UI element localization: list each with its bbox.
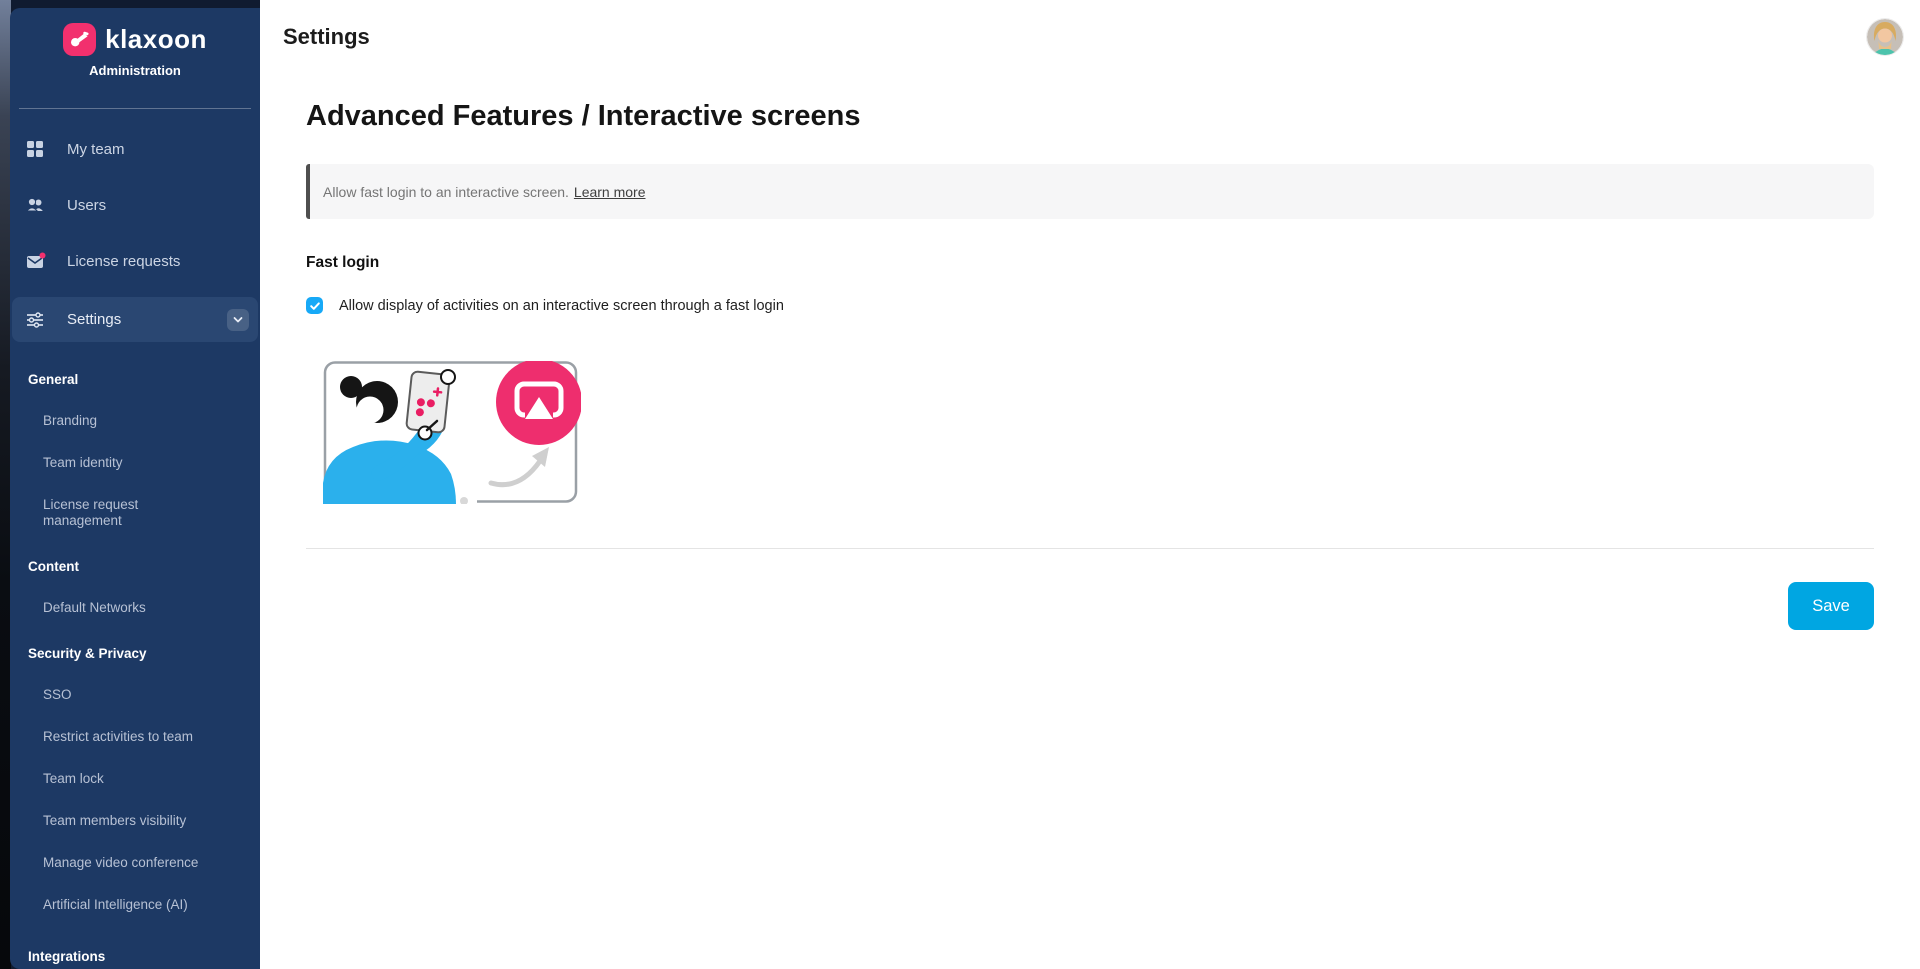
page-header-title: Settings	[283, 24, 370, 50]
section-title-integrations: Integrations	[28, 949, 260, 964]
topbar: Settings	[260, 0, 1920, 74]
check-icon	[309, 300, 321, 312]
sidebar-item-my-team[interactable]: My team	[12, 129, 258, 169]
save-button[interactable]: Save	[1788, 582, 1874, 630]
sidebar-item-restrict-activities[interactable]: Restrict activities to team	[43, 729, 260, 745]
sidebar-item-team-members-visibility[interactable]: Team members visibility	[43, 813, 260, 829]
sidebar-item-label: Settings	[67, 311, 121, 328]
sidebar: klaxoon Administration My team	[10, 8, 260, 969]
sidebar-item-sso[interactable]: SSO	[43, 687, 260, 703]
settings-page-body: Advanced Features / Interactive screens …	[260, 100, 1920, 630]
sidebar-item-artificial-intelligence[interactable]: Artificial Intelligence (AI)	[43, 897, 260, 913]
settings-collapse-button[interactable]	[227, 309, 249, 331]
fast-login-checkbox-label: Allow display of activities on an intera…	[339, 298, 784, 314]
sidebar-item-team-lock[interactable]: Team lock	[43, 771, 260, 787]
section-divider	[306, 548, 1874, 549]
fast-login-heading: Fast login	[306, 254, 1874, 272]
sidebar-item-license-request-management[interactable]: License request management	[43, 497, 183, 529]
section-title-general: General	[28, 372, 260, 387]
sliders-icon	[26, 311, 44, 329]
sidebar-item-settings[interactable]: Settings	[12, 297, 258, 342]
sidebar-divider	[19, 108, 251, 109]
sidebar-item-label: My team	[67, 141, 125, 158]
sidebar-item-license-requests[interactable]: License requests	[12, 241, 258, 281]
save-row: Save	[306, 582, 1874, 630]
brand-subtitle: Administration	[10, 63, 260, 78]
brand-name: klaxoon	[105, 24, 207, 55]
info-banner-text: Allow fast login to an interactive scree…	[323, 184, 569, 200]
sidebar-item-users[interactable]: Users	[12, 185, 258, 225]
sidebar-item-team-identity[interactable]: Team identity	[43, 455, 260, 471]
fast-login-illustration	[321, 361, 581, 504]
main-content: Settings Advanced Features / Interactive…	[260, 0, 1920, 969]
learn-more-link[interactable]: Learn more	[574, 184, 646, 200]
horn-icon	[69, 29, 90, 50]
sidebar-item-default-networks[interactable]: Default Networks	[43, 600, 260, 616]
notification-badge	[40, 253, 46, 259]
klaxoon-logo-icon	[63, 23, 96, 56]
users-icon	[26, 196, 44, 214]
sidebar-nav: My team Users License reque	[10, 129, 260, 342]
sidebar-item-manage-video-conference[interactable]: Manage video conference	[43, 855, 260, 871]
sidebar-item-label: Users	[67, 197, 106, 214]
section-title-security-privacy: Security & Privacy	[28, 646, 260, 661]
section-title-content: Content	[28, 559, 260, 574]
fast-login-checkbox-row: Allow display of activities on an intera…	[306, 297, 1874, 314]
sidebar-item-label: License requests	[67, 253, 180, 270]
info-banner: Allow fast login to an interactive scree…	[306, 164, 1874, 219]
mail-icon	[26, 252, 44, 270]
sidebar-item-branding[interactable]: Branding	[43, 413, 260, 429]
dashboard-icon	[26, 140, 44, 158]
user-avatar[interactable]	[1867, 19, 1903, 55]
chevron-down-icon	[232, 314, 244, 326]
brand-logo[interactable]: klaxoon	[10, 23, 260, 56]
page-title: Advanced Features / Interactive screens	[306, 100, 1874, 133]
fast-login-checkbox[interactable]	[306, 297, 323, 314]
